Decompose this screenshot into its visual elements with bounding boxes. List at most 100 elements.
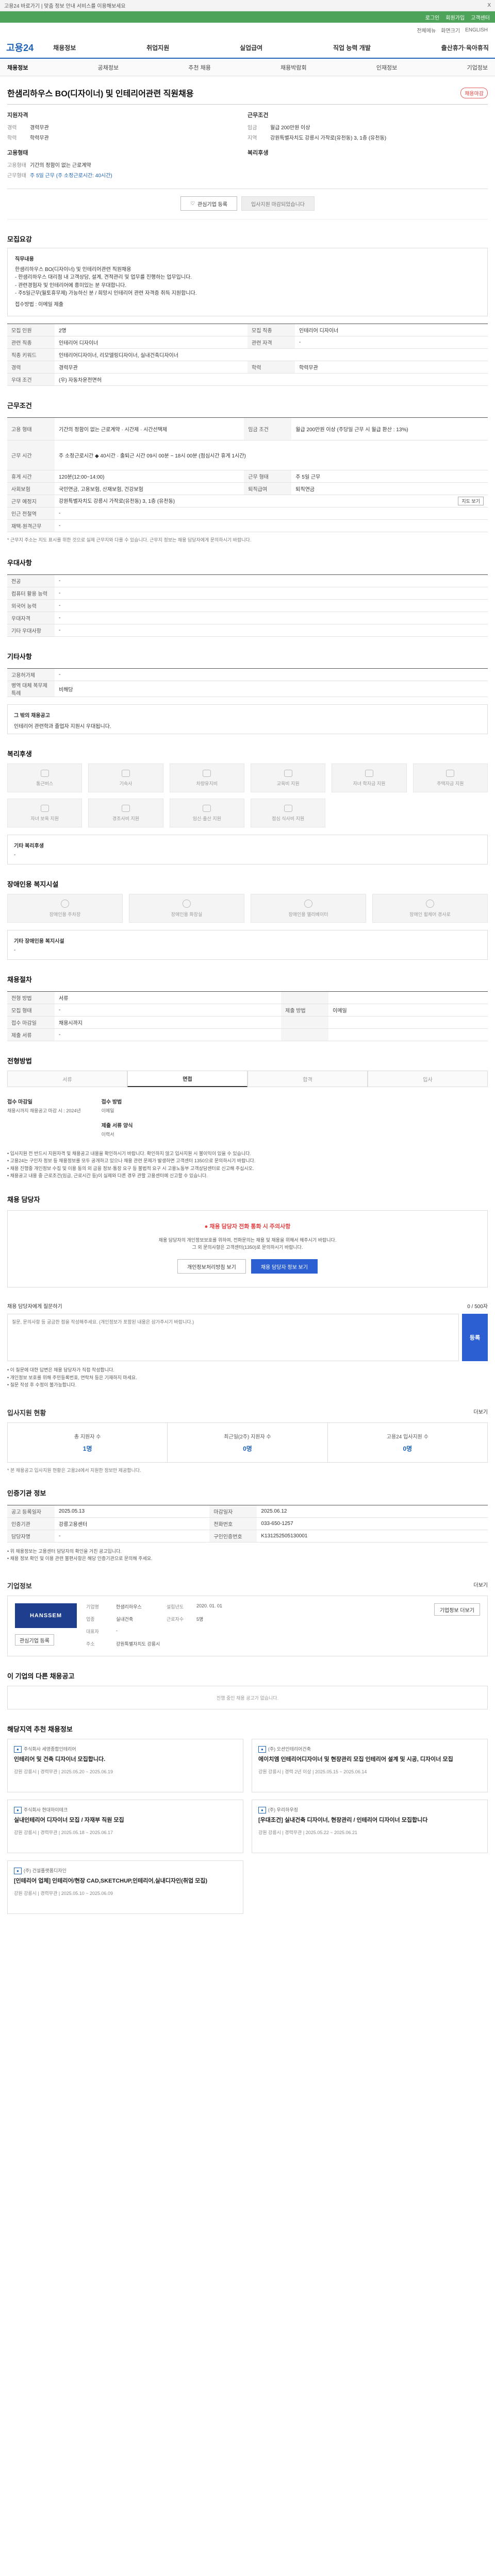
tab-interview[interactable]: 면접	[127, 1071, 248, 1087]
welfare-label: 장애인용 엘리베이터	[288, 911, 328, 917]
company-interest-button[interactable]: 관심기업 등록	[15, 1634, 54, 1646]
contact-line: 그 외 문의사항은 고객센터(1350)로 문의하시기 바랍니다.	[192, 1244, 303, 1250]
benefit-section-title: 복리후생	[7, 750, 32, 758]
table-header: 우대 조건	[7, 373, 55, 386]
benefit-cards: 통근버스 기숙사 차량유지비 교육비 지원 자녀 학자금 지원 주택자금 지원 …	[7, 764, 488, 827]
benefit-label: 자녀 보육 지원	[30, 816, 59, 821]
hiring-tabs: 서류 면접 합격 입사	[7, 1071, 488, 1087]
table-header: 휴게 시간	[7, 470, 55, 483]
all-menu-link[interactable]: 전체메뉴	[417, 26, 436, 34]
table-cell: -	[55, 1530, 210, 1543]
welfare-extra-text: -	[14, 947, 16, 953]
stat-total: 총 지원자 수 1명	[8, 1422, 168, 1462]
zoom-link[interactable]: 화면크기	[441, 26, 460, 34]
subnav-item-recommend[interactable]: 추천 채용	[188, 63, 211, 72]
recommend-company: 주식회사 현대하이테크	[23, 1807, 68, 1813]
table-header: 전형 방법	[7, 991, 55, 1004]
baby-icon	[203, 804, 211, 812]
pill-badge: ●	[14, 1746, 22, 1753]
register-table: 공고 등록일자 2025.05.13 마감일자 2025.06.12 인증기관 강릉고용…	[7, 1504, 488, 1543]
recommend-card[interactable]: ● 주식회사 현대하이테크 실내인테리어 디자이너 모집 / 자재부 직원 모집 …	[7, 1800, 243, 1854]
gnb-item-maternity[interactable]: 출산휴가·육아휴직	[441, 43, 489, 52]
benefit-card: 기숙사	[88, 764, 163, 792]
subnav-item-fair[interactable]: 채용박람회	[280, 63, 307, 72]
recommend-card[interactable]: ● 주식회사 세영종합인테리어 인테리어 및 건축 디자이너 모집합니다. 강원 …	[7, 1739, 243, 1793]
privacy-policy-button[interactable]: 개인정보처리방침 보기	[177, 1259, 246, 1274]
company-info-label: 업종	[86, 1617, 95, 1622]
english-link[interactable]: ENGLISH	[465, 27, 488, 33]
recommend-card[interactable]: ● (주) 건설플랫폼디자인 [인테리어 업체] 인테리어/현장 CAD,SKET…	[7, 1860, 243, 1914]
subnav-item-talent[interactable]: 인재정보	[376, 63, 397, 72]
map-button[interactable]: 지도 보기	[458, 497, 484, 505]
apply-status-more-link[interactable]: 더보기	[473, 1408, 488, 1417]
recommend-job-title: 인테리어 및 건축 디자이너 모집합니다.	[14, 1756, 106, 1763]
qa-submit-button[interactable]: 등록	[462, 1314, 488, 1362]
table-cell: -	[55, 599, 488, 612]
apply-status-title: 입사지원 현황	[7, 1409, 46, 1417]
table-row: 인증기관 강릉고용센터 전화번호 033-650-1257	[7, 1517, 488, 1530]
apply-status-note: * 본 채용공고 입사지원 현황은 고용24에서 지원한 정보만 제공합니다.	[7, 1467, 141, 1473]
summary-right2-title: 복리후생	[248, 150, 269, 156]
qa-input[interactable]	[7, 1314, 459, 1362]
company-info-value: 강원특별자치도 강릉시	[116, 1641, 160, 1647]
table-header: 모집 형태	[7, 1004, 55, 1016]
tab-document[interactable]: 서류	[7, 1071, 127, 1087]
recommend-card[interactable]: ● (주) 우리하우징 [우대조건] 실내건축 디자이너, 현장관리 / 인테리어…	[252, 1800, 488, 1854]
tab-join[interactable]: 입사	[368, 1071, 488, 1087]
view-contact-button[interactable]: 채용 담당자 정보 보기	[251, 1259, 318, 1274]
welfare-extra-title: 기타 장애인용 복지시설	[14, 939, 64, 944]
table-cell: -	[55, 668, 488, 681]
recommend-job-title: [인테리어 업체] 인테리어/현장 CAD,SKETCHUP,인테리어,실내디자…	[14, 1878, 208, 1885]
gnb-item-employment[interactable]: 취업지원	[146, 43, 169, 52]
gnb-item-unemployment[interactable]: 실업급여	[240, 43, 262, 52]
table-cell: 인테리어디자이너, 리모델링디자이너, 실내건축디자이너	[55, 348, 488, 361]
site-logo[interactable]: 고용24	[6, 41, 34, 54]
summary-value: 주 5일 근무 (주 소정근로시간: 40시간)	[30, 173, 112, 179]
conditions-section-title: 근무조건	[7, 402, 32, 410]
subnav-item-company[interactable]: 기업정보	[467, 63, 487, 72]
welfare-card: 장애인용 엘리베이터	[251, 894, 366, 923]
other-jobs-empty: 진행 중인 채용 공고가 없습니다.	[7, 1686, 488, 1710]
stat-recent: 최근일(2주) 지원자 수 0명	[168, 1422, 328, 1462]
welfare-card: 장애인용 주차장	[7, 894, 123, 923]
table-cell: -	[55, 519, 488, 532]
gnb-item-training[interactable]: 직업 능력 개발	[333, 43, 371, 52]
table-cell: 비해당	[55, 681, 488, 697]
benefit-label: 차량유지비	[196, 781, 218, 786]
benefit-card: 자녀 학자금 지원	[332, 764, 407, 792]
contact-box: ● 채용 담당자 전화 통화 시 주의사항 채용 담당자의 개인정보보호를 위하…	[7, 1210, 488, 1288]
subnav-item-jobs[interactable]: 채용정보	[7, 63, 28, 72]
summary-value: 기간의 정함이 없는 근로계약	[30, 163, 91, 168]
qa-form: 등록	[7, 1314, 488, 1362]
company-more-link[interactable]: 더보기	[473, 1581, 488, 1590]
table-row: 접수 마감일 채용시까지	[7, 1016, 488, 1029]
gnb-item-jobs[interactable]: 채용정보	[53, 43, 76, 52]
benefit-label: 경조사비 지원	[112, 816, 140, 821]
help-link[interactable]: 고객센터	[471, 13, 490, 21]
childcare-icon	[40, 804, 49, 812]
table-row: 병역 대체 복무제 특례 비해당	[7, 681, 488, 697]
recommend-card[interactable]: ● (주) 오션인테리어건축 에이치엠 인테리어디자이너 및 현장관리 모집 인테…	[252, 1739, 488, 1793]
interest-button[interactable]: ♡ 관심기업 등록	[180, 196, 237, 211]
other-jobs-title: 이 기업의 다른 채용공고	[7, 1672, 75, 1681]
description-line: - 한샘리하우스 대리점 내 고객상담, 설계, 견적관리 및 업무를 진행하는…	[15, 275, 192, 280]
company-logo: HANSSEM	[15, 1603, 77, 1629]
signup-link[interactable]: 회원가입	[446, 13, 465, 21]
table-cell: 인테리어 디자이너	[55, 336, 248, 349]
apply-button-label: 입사지원 마감되었습니다	[251, 201, 305, 208]
register-notes: • 위 채용정보는 고용센터 담당자의 확인을 거친 공고입니다. • 채용 정…	[7, 1548, 488, 1563]
tab-pass[interactable]: 합격	[248, 1071, 368, 1087]
company-info: 기업명 한샘리하우스 설립년도 2020. 01. 01 업종 실내건축 근로자수 5명 대…	[86, 1603, 425, 1649]
hiring-block: 접수 마감일 채용시까지 채용공고 마감 시 : 2024년	[7, 1097, 81, 1145]
company-detail-button[interactable]: 기업정보 더보기	[434, 1603, 480, 1616]
qa-title: 채용 담당자에게 질문하기	[7, 1304, 62, 1310]
close-icon[interactable]: X	[487, 3, 491, 8]
apply-button[interactable]: 입사지원 마감되었습니다	[241, 196, 315, 211]
login-link[interactable]: 로그인	[425, 13, 440, 21]
education-icon	[284, 769, 292, 777]
alert-icon: ●	[204, 1223, 210, 1230]
table-header: 병역 대체 복무제 특례	[7, 681, 55, 697]
table-header: 고용허가제	[7, 668, 55, 681]
parking-icon	[61, 899, 69, 908]
subnav-item-public[interactable]: 공채정보	[98, 63, 119, 72]
